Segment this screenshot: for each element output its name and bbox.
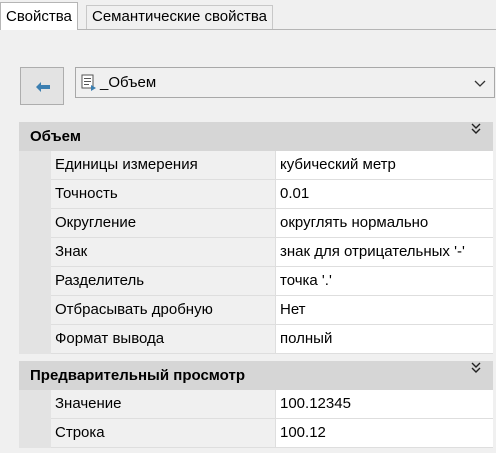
property-value[interactable]: 100.12	[275, 419, 493, 448]
property-label: Строка	[51, 419, 275, 448]
section-title: Предварительный просмотр	[30, 367, 245, 384]
tab-properties[interactable]: Свойства	[0, 2, 78, 30]
arrow-left-icon	[36, 82, 50, 92]
tab-semantic-properties[interactable]: Семантические свойства	[86, 5, 274, 29]
property-label: Формат вывода	[51, 325, 275, 354]
property-label: Значение	[51, 390, 275, 419]
property-label: Знак	[51, 238, 275, 267]
property-label: Отбрасывать дробную	[51, 296, 275, 325]
property-label: Единицы измерения	[51, 151, 275, 180]
property-label: Округление	[51, 209, 275, 238]
document-icon	[81, 74, 96, 91]
property-row[interactable]: Знак знак для отрицательных '-'	[19, 238, 493, 267]
tab-bar: Свойства Семантические свойства	[0, 0, 496, 30]
property-row[interactable]: Строка 100.12	[19, 419, 493, 448]
property-row[interactable]: Формат вывода полный	[19, 325, 493, 354]
property-value[interactable]: 100.12345	[275, 390, 493, 419]
section-header-volume[interactable]: Объем	[19, 122, 493, 151]
property-label: Точность	[51, 180, 275, 209]
property-value[interactable]: знак для отрицательных '-'	[275, 238, 493, 267]
property-value[interactable]: точка '.'	[275, 267, 493, 296]
section-title: Объем	[30, 128, 81, 145]
property-row[interactable]: Округление округлять нормально	[19, 209, 493, 238]
collapse-icon[interactable]	[471, 362, 481, 374]
back-button[interactable]	[20, 67, 64, 105]
property-row[interactable]: Значение 100.12345	[19, 390, 493, 419]
property-value[interactable]: полный	[275, 325, 493, 354]
property-row[interactable]: Единицы измерения кубический метр	[19, 151, 493, 180]
property-value[interactable]: Нет	[275, 296, 493, 325]
property-label: Разделитель	[51, 267, 275, 296]
property-row[interactable]: Точность 0.01	[19, 180, 493, 209]
chevron-down-icon	[474, 80, 486, 87]
collapse-icon[interactable]	[471, 123, 481, 135]
property-row[interactable]: Отбрасывать дробную Нет	[19, 296, 493, 325]
property-value[interactable]: кубический метр	[275, 151, 493, 180]
object-selector-dropdown[interactable]: _Объем	[75, 67, 495, 98]
section-header-preview[interactable]: Предварительный просмотр	[19, 361, 493, 390]
property-value[interactable]: округлять нормально	[275, 209, 493, 238]
property-value[interactable]: 0.01	[275, 180, 493, 209]
selected-object-name: _Объем	[100, 74, 157, 91]
property-row[interactable]: Разделитель точка '.'	[19, 267, 493, 296]
